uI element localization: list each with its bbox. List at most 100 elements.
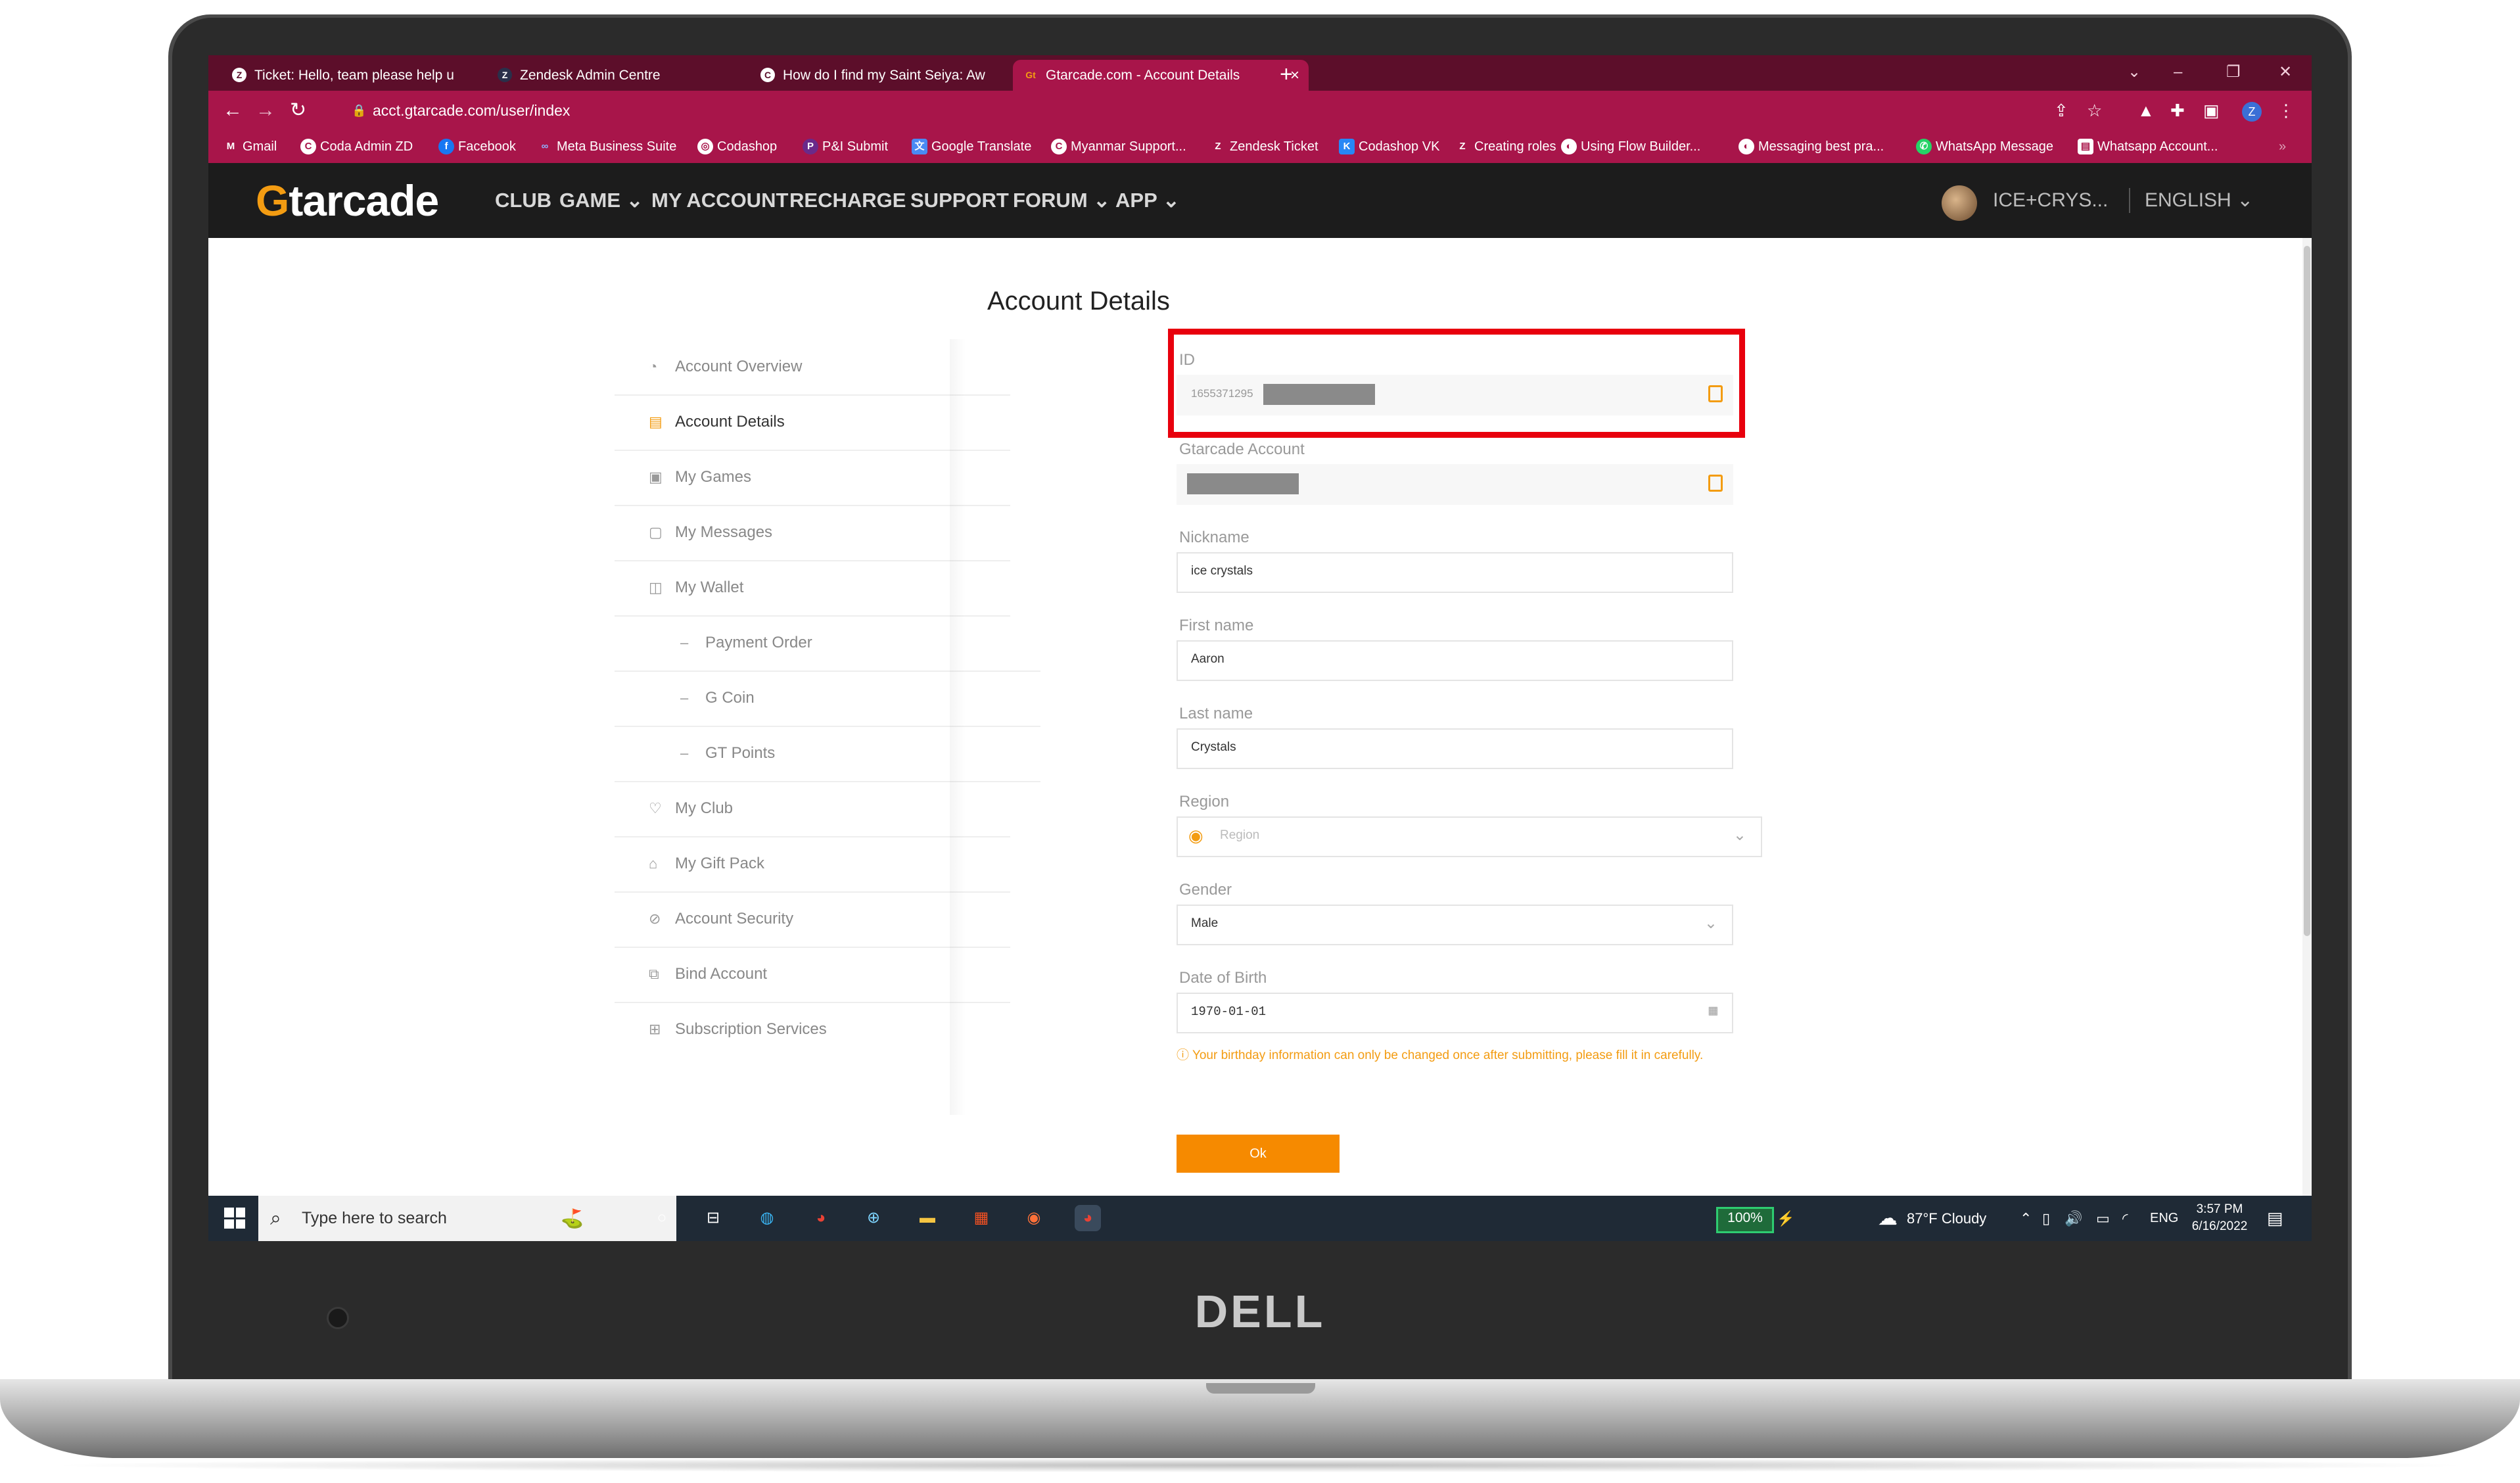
- language-selector[interactable]: ENGLISH ⌄: [2145, 163, 2253, 238]
- taskbar-search[interactable]: ⌕ Type here to search ⛳: [258, 1196, 676, 1241]
- laptop-notch: [1206, 1383, 1315, 1394]
- bookmark-gmail[interactable]: M Gmail: [220, 130, 277, 163]
- microsoft-store-icon[interactable]: ▦: [968, 1205, 994, 1231]
- chevron-down-icon: ⌄: [2237, 189, 2254, 211]
- menu-forum[interactable]: FORUM ⌄: [1013, 163, 1110, 238]
- whatsapp-icon: ✆: [1916, 139, 1932, 154]
- minimize-icon[interactable]: –: [2174, 59, 2182, 85]
- region-select[interactable]: ◉ Region ⌄: [1177, 816, 1762, 857]
- profile-avatar[interactable]: Z: [2242, 102, 2262, 122]
- star-icon[interactable]: ☆: [2087, 97, 2102, 124]
- gift-icon: ⌂: [649, 855, 658, 872]
- ok-button[interactable]: Ok: [1177, 1135, 1340, 1173]
- sidepanel-icon[interactable]: ▣: [2203, 97, 2220, 124]
- coda-icon: C: [760, 68, 775, 82]
- gender-select[interactable]: Male ⌄: [1177, 905, 1733, 945]
- bookmark-google-translate[interactable]: 文 Google Translate: [909, 130, 1031, 163]
- reload-icon[interactable]: ↻: [290, 97, 306, 124]
- tab-saint-seiya[interactable]: C How do I find my Saint Seiya: Aw ×: [750, 60, 1046, 91]
- bookmark-codashop[interactable]: ◎ Codashop: [695, 130, 777, 163]
- chrome-active-icon[interactable]: ◕: [1075, 1205, 1101, 1231]
- menu-app[interactable]: APP ⌄: [1115, 163, 1180, 238]
- address-bar[interactable]: 🔒 acct.gtarcade.com/user/index: [340, 96, 2279, 125]
- nickname-input[interactable]: ice crystals: [1177, 552, 1733, 593]
- copy-icon[interactable]: [1708, 475, 1723, 492]
- chrome-icon[interactable]: ◕: [808, 1205, 834, 1231]
- notification-icon[interactable]: ▤: [2267, 1196, 2283, 1241]
- edge-icon[interactable]: ◍: [754, 1205, 780, 1231]
- bookmark-myanmar[interactable]: C Myanmar Support...: [1048, 130, 1186, 163]
- first-name-input[interactable]: Aaron: [1177, 640, 1733, 681]
- meta-icon: ∞: [541, 141, 549, 152]
- nickname-label: Nickname: [1179, 529, 1249, 546]
- clock-time: 3:57 PM: [2196, 1202, 2243, 1216]
- firefox-icon[interactable]: ◉: [1021, 1205, 1047, 1231]
- browser-tab-bar: Z Ticket: Hello, team please help u × Z …: [208, 55, 2312, 91]
- battery-indicator[interactable]: 100%: [1716, 1207, 1774, 1233]
- sidebar-item-g-coin[interactable]: – G Coin: [615, 671, 1040, 727]
- bookmark-facebook[interactable]: f Facebook: [436, 130, 516, 163]
- menu-game[interactable]: GAME ⌄: [559, 163, 643, 238]
- power-icon[interactable]: ▭: [2096, 1196, 2110, 1241]
- widgets-icon[interactable]: ⊟: [700, 1205, 726, 1231]
- tab-label: Ticket: Hello, team please help u: [254, 68, 454, 83]
- webcam: [327, 1307, 349, 1329]
- menu-my-account[interactable]: MY ACCOUNT: [651, 163, 788, 238]
- bookmark-whatsapp-account[interactable]: ▤ Whatsapp Account...: [2075, 130, 2218, 163]
- plug-icon: ⚡: [1777, 1210, 1795, 1227]
- user-avatar[interactable]: [1942, 185, 1977, 221]
- bookmark-zendesk-ticket[interactable]: Z Zendesk Ticket: [1207, 130, 1318, 163]
- device-icon[interactable]: ▯: [2042, 1196, 2050, 1241]
- globe-icon[interactable]: ⊕: [860, 1205, 887, 1231]
- tab-search-icon[interactable]: ⌄: [2128, 59, 2141, 85]
- user-name[interactable]: ICE+CRYS...: [1993, 163, 2108, 238]
- tab-gtarcade[interactable]: Gt Gtarcade.com - Account Details ×: [1013, 60, 1309, 91]
- menu-recharge[interactable]: RECHARGE: [789, 163, 906, 238]
- scrollbar-thumb[interactable]: [2304, 246, 2310, 936]
- extension-drive-icon[interactable]: ▲: [2137, 97, 2155, 124]
- bookmark-messaging[interactable]: ◐ Messaging best pra...: [1736, 130, 1884, 163]
- menu-club[interactable]: CLUB: [495, 163, 551, 238]
- account-overview-icon: ◔: [649, 358, 658, 375]
- bookmark-flow-builder[interactable]: ◐ Using Flow Builder...: [1558, 130, 1700, 163]
- clock[interactable]: 3:57 PM 6/16/2022: [2187, 1201, 2252, 1235]
- windows-start-icon[interactable]: [224, 1208, 245, 1229]
- search-icon: ⌕: [270, 1208, 281, 1229]
- last-name-input[interactable]: Crystals: [1177, 728, 1733, 769]
- bookmark-coda-admin[interactable]: C Coda Admin ZD: [298, 130, 413, 163]
- dob-input[interactable]: 1970-01-01 ▦: [1177, 993, 1733, 1033]
- location-pin-icon: ◉: [1188, 826, 1203, 845]
- file-explorer-icon[interactable]: ▬: [914, 1205, 941, 1231]
- forward-icon[interactable]: →: [256, 97, 275, 124]
- bookmarks-more-icon[interactable]: »: [2279, 130, 2286, 163]
- sidebar-item-payment-order[interactable]: – Payment Order: [615, 615, 1040, 672]
- bookmark-codashop-vk[interactable]: K Codashop VK: [1336, 130, 1439, 163]
- translate-icon: 文: [912, 139, 927, 154]
- bookmark-whatsapp-message[interactable]: ✆ WhatsApp Message: [1913, 130, 2053, 163]
- puzzle-icon[interactable]: ✚: [2170, 97, 2185, 124]
- back-icon[interactable]: ←: [223, 97, 243, 124]
- wifi-icon[interactable]: ◜: [2122, 1196, 2128, 1241]
- sidebar-item-gt-points[interactable]: – GT Points: [615, 726, 1040, 782]
- gtarcade-logo[interactable]: Gtarcade: [256, 176, 439, 225]
- calendar-icon[interactable]: ▦: [1709, 994, 1717, 1029]
- bookmark-creating-roles[interactable]: Z Creating roles: [1452, 130, 1556, 163]
- url-text: acct.gtarcade.com/user/index: [373, 102, 571, 119]
- more-icon[interactable]: ⋮: [2277, 97, 2295, 124]
- restore-icon[interactable]: ❐: [2226, 59, 2241, 85]
- task-view-icon[interactable]: ○: [649, 1205, 675, 1231]
- new-tab-button[interactable]: +: [1280, 58, 1293, 91]
- menu-support[interactable]: SUPPORT: [910, 163, 1009, 238]
- chevron-up-icon[interactable]: ⌃: [2020, 1196, 2032, 1241]
- tab-ticket[interactable]: Z Ticket: Hello, team please help u ×: [222, 60, 520, 91]
- share-icon[interactable]: ⇪: [2054, 97, 2068, 124]
- zendesk-icon: Z: [232, 68, 246, 82]
- language-indicator[interactable]: ENG: [2150, 1196, 2178, 1241]
- bookmark-pi-submit[interactable]: P P&I Submit: [800, 130, 888, 163]
- weather-text[interactable]: 87°F Cloudy: [1907, 1196, 1986, 1241]
- tab-zendesk-admin[interactable]: Z Zendesk Admin Centre ×: [487, 60, 783, 91]
- bookmark-meta[interactable]: ∞ Meta Business Suite: [534, 130, 677, 163]
- dash-icon: –: [680, 634, 689, 651]
- volume-icon[interactable]: 🔊: [2065, 1196, 2082, 1241]
- close-window-icon[interactable]: ✕: [2279, 59, 2292, 85]
